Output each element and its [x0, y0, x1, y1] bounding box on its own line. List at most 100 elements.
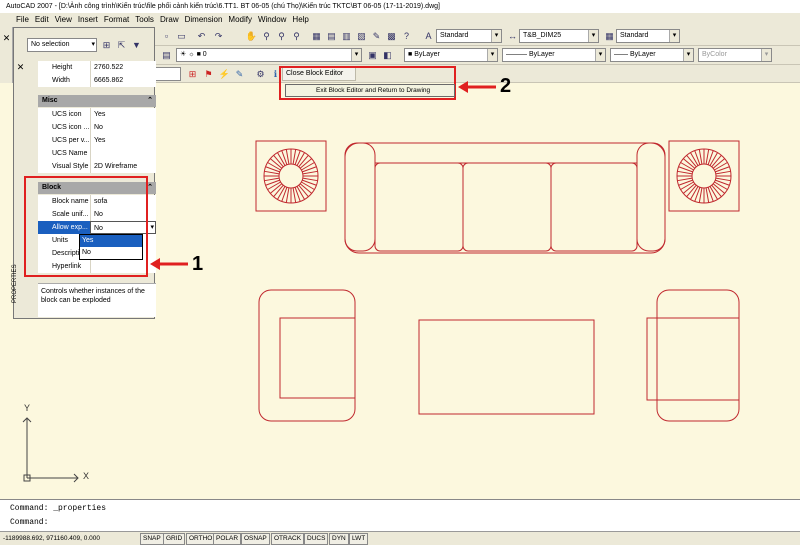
lamp-spoke — [698, 149, 703, 165]
lamp-spoke — [678, 166, 693, 173]
lamp-spoke — [715, 179, 730, 186]
pan-icon[interactable]: ✋ — [245, 30, 258, 43]
select-objects-icon[interactable]: ⇱ — [115, 39, 128, 52]
layer-state-icons: ☀ ☼ ■ — [180, 51, 203, 58]
layer-previous-icon[interactable]: ◧ — [381, 49, 394, 62]
lamp-spoke — [707, 187, 714, 202]
grid-toggle[interactable]: GRID — [163, 533, 186, 545]
prop-row-visual-style[interactable]: Visual Style 2D Wireframe — [38, 160, 156, 173]
menu-file[interactable]: File — [0, 13, 32, 27]
linetype-select[interactable]: ——— ByLayer ▾ — [502, 48, 606, 62]
tool-palettes-icon[interactable]: ▥ — [340, 30, 353, 43]
lamp-spoke — [292, 187, 297, 203]
new-icon[interactable]: ▫ — [160, 30, 173, 43]
snap-toggle[interactable]: SNAP — [140, 533, 164, 545]
ucs-icon — [22, 417, 79, 483]
block-name-field[interactable] — [155, 67, 181, 81]
ortho-toggle[interactable]: ORTHO — [186, 533, 216, 545]
menu-draw[interactable]: Draw — [157, 13, 182, 27]
lineweight-select[interactable]: —— ByLayer ▾ — [610, 48, 694, 62]
dyn-toggle[interactable]: DYN — [329, 533, 349, 545]
sheet-set-icon[interactable]: ▧ — [355, 30, 368, 43]
menu-window[interactable]: Window — [255, 13, 289, 27]
selection-select[interactable]: No selection ▾ — [27, 38, 97, 52]
menu-help[interactable]: Help — [289, 13, 311, 27]
close-icon[interactable]: ✕ — [0, 32, 13, 45]
dim-style-icon[interactable]: ↔ — [506, 30, 519, 43]
chevron-down-icon[interactable]: ▾ — [150, 221, 154, 234]
open-icon[interactable]: ▭ — [175, 30, 188, 43]
design-center-icon[interactable]: ▤ — [325, 30, 338, 43]
block-action-icon[interactable]: ⚑ — [202, 68, 215, 81]
menu-tools[interactable]: Tools — [132, 13, 157, 27]
block-attdef-icon[interactable]: ✎ — [233, 68, 246, 81]
command-window[interactable]: Command: _properties Command: — [0, 499, 800, 531]
dim-style-select[interactable]: T&B_DIM25 ▾ — [519, 29, 599, 43]
menu-edit[interactable]: Edit — [32, 13, 52, 27]
table-style-select[interactable]: Standard ▾ — [616, 29, 680, 43]
callout-number-1: 1 — [192, 253, 204, 275]
chevron-down-icon: ▾ — [669, 30, 679, 42]
menu-bar: File Edit View Insert Format Tools Draw Dimensi… — [0, 13, 800, 27]
prop-row-ucs-icon[interactable]: UCS icon Yes — [38, 108, 156, 121]
text-style-icon[interactable]: A — [422, 30, 435, 43]
misc-section-header[interactable]: Misc ⌃ — [38, 95, 156, 107]
quickcalc-icon[interactable]: ▩ — [385, 30, 398, 43]
text-style-select[interactable]: Standard ▾ — [436, 29, 502, 43]
polar-toggle[interactable]: POLAR — [213, 533, 242, 545]
menu-dimension[interactable]: Dimension — [182, 13, 226, 27]
lamp-spoke — [302, 166, 317, 173]
ducs-toggle[interactable]: DUCS — [304, 533, 329, 545]
zoom-previous-icon[interactable]: ⚲ — [290, 30, 303, 43]
markup-icon[interactable]: ✎ — [370, 30, 383, 43]
lamp-spoke — [292, 149, 297, 165]
sofa-outline — [344, 142, 666, 254]
block-visibility-icon[interactable]: ⚡ — [218, 68, 231, 81]
chevron-down-icon: ▾ — [91, 41, 95, 48]
arrow-2-icon — [458, 81, 496, 93]
prop-row-width[interactable]: Width 6665.862 — [38, 74, 156, 87]
layer-select[interactable]: ☀ ☼ ■ 0 ▾ — [176, 48, 362, 62]
close-icon[interactable]: ✕ — [14, 61, 27, 74]
lamp-spoke — [264, 170, 280, 175]
left-lamp — [263, 148, 319, 204]
color-select[interactable]: ■ ByLayer ▾ — [404, 48, 498, 62]
prop-row-ucs-name[interactable]: UCS Name — [38, 147, 156, 160]
otrack-toggle[interactable]: OTRACK — [271, 533, 305, 545]
zoom-window-icon[interactable]: ⚲ — [275, 30, 288, 43]
block-param-icon[interactable]: ⊞ — [186, 68, 199, 81]
menu-insert[interactable]: Insert — [75, 13, 101, 27]
prop-row-ucs-icon-origin[interactable]: UCS icon ... No — [38, 121, 156, 134]
lamp-spoke — [264, 177, 280, 182]
menu-modify[interactable]: Modify — [225, 13, 255, 27]
zoom-realtime-icon[interactable]: ⚲ — [260, 30, 273, 43]
table-style-icon[interactable]: ▦ — [603, 30, 616, 43]
lamp-spoke — [677, 170, 693, 175]
prop-row-ucs-per-viewport[interactable]: UCS per v... Yes — [38, 134, 156, 147]
x-axis-label: X — [83, 471, 90, 481]
block-authoring-palettes-icon[interactable]: ⚙ — [254, 68, 267, 81]
lamp-spoke — [285, 187, 290, 203]
sofa-right-arm — [636, 142, 666, 252]
lamp-spoke — [705, 187, 710, 203]
redo-icon[interactable]: ↷ — [212, 30, 225, 43]
command-prompt[interactable]: Command: — [10, 517, 48, 529]
prop-row-height[interactable]: Height 2760.522 — [38, 61, 156, 74]
chevron-down-icon: ▾ — [491, 30, 501, 42]
lamp-spoke — [265, 166, 280, 173]
menu-format[interactable]: Format — [101, 13, 132, 27]
properties-icon[interactable]: ▦ — [310, 30, 323, 43]
quick-select-icon[interactable]: ▼ — [130, 39, 143, 52]
lamp-spoke — [281, 150, 288, 165]
toggle-pickadd-icon[interactable]: ⊞ — [100, 39, 113, 52]
lamp-spoke — [715, 170, 731, 175]
osnap-toggle[interactable]: OSNAP — [241, 533, 270, 545]
undo-icon[interactable]: ↶ — [195, 30, 208, 43]
menu-view[interactable]: View — [52, 13, 75, 27]
properties-tab-label: PROPERTIES — [12, 264, 18, 303]
help-icon[interactable]: ? — [400, 30, 413, 43]
close-block-editor-tooltip: Exit Block Editor and Return to Drawing — [285, 84, 455, 97]
make-current-icon[interactable]: ▣ — [366, 49, 379, 62]
lwt-toggle[interactable]: LWT — [349, 533, 369, 545]
layer-manager-icon[interactable]: ▤ — [160, 49, 173, 62]
